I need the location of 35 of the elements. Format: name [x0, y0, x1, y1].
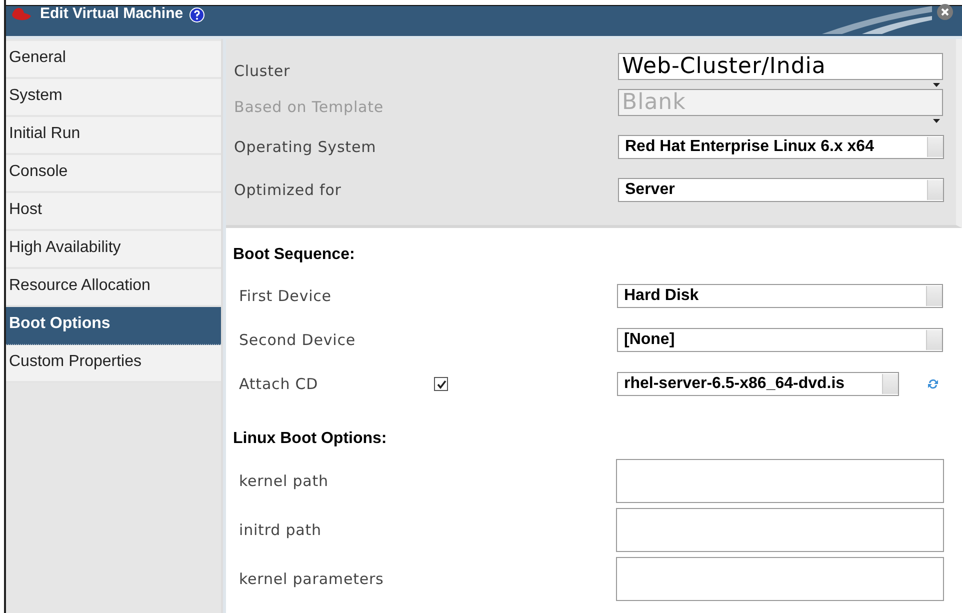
field-label: initrd path	[239, 520, 322, 538]
field-label: Operating System	[234, 138, 378, 156]
text-input[interactable]	[616, 556, 944, 600]
dropdown[interactable]: Server	[618, 178, 944, 202]
field-label: First Device	[239, 287, 332, 305]
dropdown[interactable]: Red Hat Enterprise Linux 6.x x64	[618, 134, 944, 158]
text-input[interactable]	[616, 458, 944, 502]
sidebar-item[interactable]: System	[6, 79, 221, 117]
hat-icon	[10, 6, 32, 22]
sidebar-item[interactable]: Resource Allocation	[6, 269, 221, 307]
checkbox[interactable]	[434, 377, 448, 391]
field-label: Based on Template	[234, 98, 385, 116]
refresh-icon[interactable]	[927, 378, 939, 390]
section-heading: Boot Sequence:	[233, 246, 356, 264]
sidebar-item[interactable]: Initial Run	[6, 117, 221, 155]
field-label: Cluster	[234, 62, 292, 80]
field-label: Optimized for	[234, 180, 342, 198]
sidebar-item[interactable]: General	[6, 41, 221, 79]
field-label: kernel path	[239, 472, 330, 490]
dropdown[interactable]: rhel-server-6.5-x86_64-dvd.is	[617, 372, 899, 396]
sidebar-item[interactable]: Console	[6, 155, 221, 193]
field-label: Attach CD	[239, 375, 320, 393]
close-icon[interactable]	[936, 3, 954, 21]
window-title: Edit Virtual Machine	[40, 6, 184, 22]
field-label: kernel parameters	[239, 570, 385, 588]
sidebar-item[interactable]: Custom Properties	[6, 345, 221, 383]
text-input[interactable]	[616, 508, 944, 552]
sidebar-item[interactable]: High Availability	[6, 231, 221, 269]
field-label: Second Device	[239, 331, 356, 349]
sidebar-item[interactable]: Host	[6, 193, 221, 231]
sidebar-item[interactable]: Boot Options	[6, 307, 221, 345]
help-icon[interactable]	[189, 7, 206, 23]
dropdown[interactable]: Hard Disk	[617, 284, 943, 308]
section-heading: Linux Boot Options:	[233, 430, 388, 448]
dropdown[interactable]: [None]	[617, 328, 943, 352]
